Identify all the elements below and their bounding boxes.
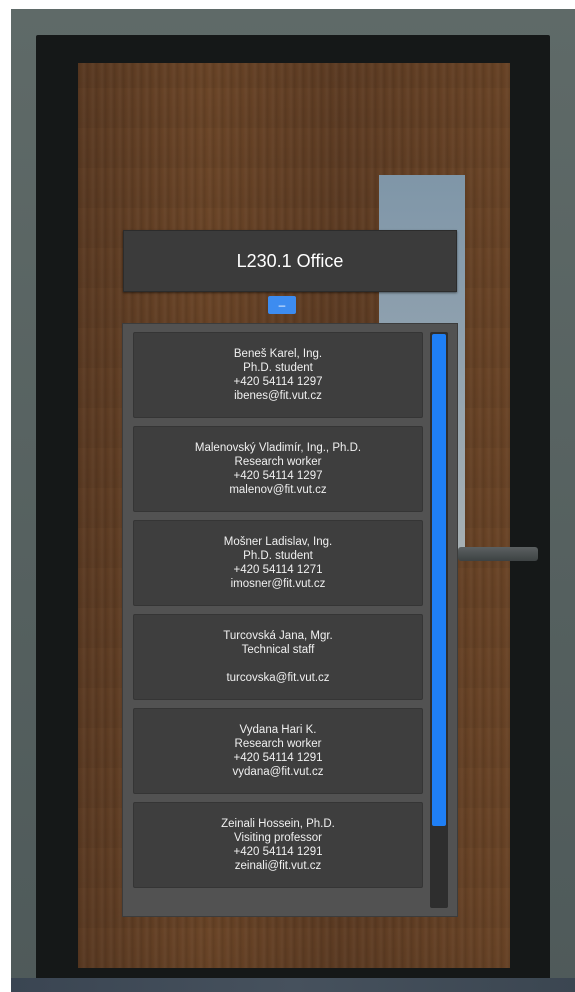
contact-phone: [276, 657, 279, 671]
contacts-list[interactable]: Beneš Karel, Ing. Ph.D. student +420 541…: [133, 332, 423, 912]
contact-role: Ph.D. student: [243, 550, 313, 562]
office-name-sign: L230.1 Office: [123, 230, 457, 292]
contact-role: Ph.D. student: [243, 362, 313, 374]
contact-role: Research worker: [234, 456, 322, 468]
contact-phone: +420 54114 1291: [233, 846, 323, 858]
contact-name: Vydana Hari K.: [239, 724, 317, 736]
contact-name: Beneš Karel, Ing.: [233, 348, 323, 360]
contact-phone: +420 54114 1291: [233, 752, 323, 764]
contact-email: imosner@fit.vut.cz: [230, 578, 326, 590]
contact-card[interactable]: Mošner Ladislav, Ing. Ph.D. student +420…: [133, 520, 423, 606]
contact-name: Malenovský Vladimír, Ing., Ph.D.: [194, 442, 362, 454]
contact-name: Turcovská Jana, Mgr.: [223, 630, 333, 642]
contact-phone: +420 54114 1297: [233, 470, 323, 482]
floor: [11, 978, 575, 992]
contact-phone: +420 54114 1297: [233, 376, 323, 388]
door-handle[interactable]: [458, 547, 538, 561]
office-title: L230.1 Office: [236, 250, 344, 271]
contacts-scrollbar[interactable]: [430, 332, 448, 908]
collapse-button[interactable]: –: [268, 296, 296, 314]
contact-card[interactable]: Beneš Karel, Ing. Ph.D. student +420 541…: [133, 332, 423, 418]
contact-role: Research worker: [234, 738, 322, 750]
contact-phone: +420 54114 1271: [233, 564, 323, 576]
contact-role: Visiting professor: [234, 832, 322, 844]
contact-card[interactable]: Zeinali Hossein, Ph.D. Visiting professo…: [133, 802, 423, 888]
scrollbar-thumb[interactable]: [432, 334, 446, 826]
contact-card[interactable]: Vydana Hari K. Research worker +420 5411…: [133, 708, 423, 794]
vr-scene: L230.1 Office – Beneš Karel, Ing. Ph.D. …: [11, 9, 575, 992]
contact-card[interactable]: Malenovský Vladimír, Ing., Ph.D. Researc…: [133, 426, 423, 512]
contact-email: zeinali@fit.vut.cz: [234, 860, 322, 872]
contact-card[interactable]: Turcovská Jana, Mgr. Technical staff tur…: [133, 614, 423, 700]
contact-email: turcovska@fit.vut.cz: [226, 672, 330, 684]
contact-email: ibenes@fit.vut.cz: [234, 390, 322, 402]
contact-email: vydana@fit.vut.cz: [232, 766, 324, 778]
contact-role: Technical staff: [241, 644, 315, 656]
contact-name: Mošner Ladislav, Ing.: [223, 536, 333, 548]
contacts-panel: Beneš Karel, Ing. Ph.D. student +420 541…: [122, 323, 458, 917]
contact-email: malenov@fit.vut.cz: [229, 484, 327, 496]
contact-name: Zeinali Hossein, Ph.D.: [221, 818, 335, 830]
